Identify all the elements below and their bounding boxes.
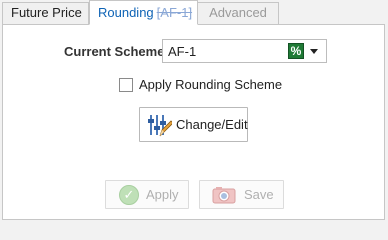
current-scheme-label: Current Scheme: [64, 44, 169, 59]
apply-label: Apply [146, 187, 179, 202]
tab-advanced-label: Advanced [209, 5, 267, 20]
tab-future-price[interactable]: Future Price [2, 2, 89, 24]
change-edit-button[interactable]: Change/Edit [139, 107, 248, 142]
tab-rounding[interactable]: Rounding [AF-1] [89, 0, 198, 25]
save-label: Save [244, 187, 274, 202]
apply-button[interactable]: ✓ Apply [105, 180, 189, 209]
current-scheme-dropdown[interactable]: AF-1 % [162, 39, 327, 63]
tab-rounding-label: Rounding [98, 5, 154, 20]
tab-future-price-label: Future Price [11, 5, 82, 20]
apply-rounding-scheme-checkbox[interactable] [119, 78, 133, 92]
rounding-window: Future Price Rounding [AF-1] Advanced Cur… [0, 0, 388, 224]
checkmark-icon: ✓ [119, 185, 139, 205]
tab-bar: Future Price Rounding [AF-1] Advanced [0, 0, 388, 25]
change-edit-label: Change/Edit [176, 117, 248, 132]
camera-save-icon [212, 187, 236, 204]
sliders-edit-icon [148, 115, 172, 137]
rounding-panel: Current Scheme: AF-1 % Apply Rounding Sc… [2, 24, 385, 220]
percent-icon: % [288, 43, 304, 59]
current-scheme-value: AF-1 [168, 44, 197, 59]
tab-rounding-scheme-badge: [AF-1] [156, 5, 193, 20]
apply-rounding-scheme-label[interactable]: Apply Rounding Scheme [139, 77, 282, 92]
chevron-down-icon[interactable] [310, 49, 318, 54]
tab-advanced[interactable]: Advanced [198, 2, 279, 24]
save-button[interactable]: Save [199, 180, 284, 209]
